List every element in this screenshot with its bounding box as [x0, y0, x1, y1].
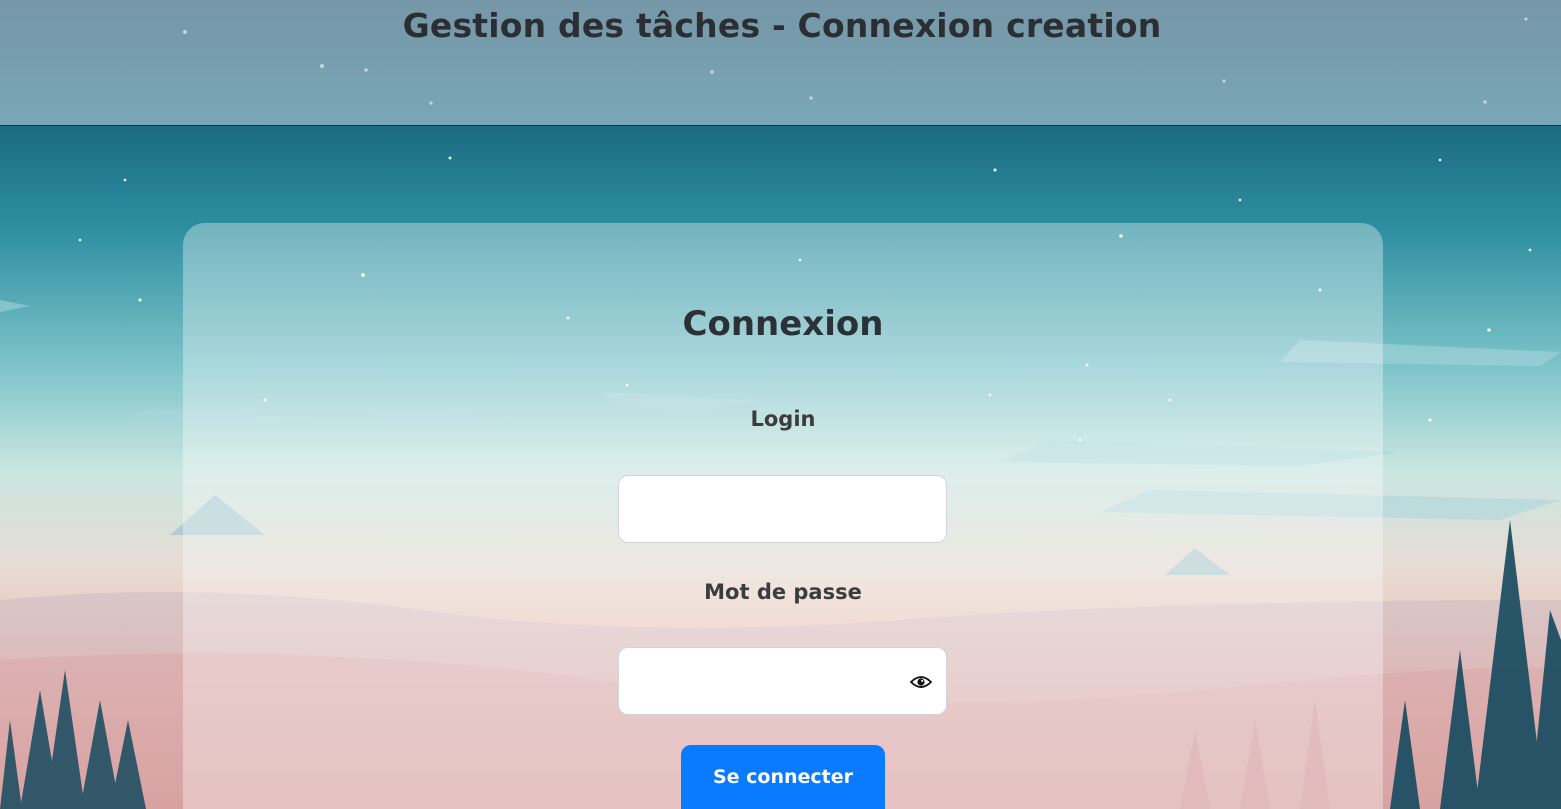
- login-label: Login: [750, 407, 816, 431]
- login-submit-button[interactable]: Se connecter: [681, 745, 885, 809]
- password-input[interactable]: [619, 648, 946, 714]
- password-label: Mot de passe: [704, 580, 862, 604]
- login-field-container: [618, 475, 947, 543]
- page-header: Gestion des tâches - Connexion creation: [0, 0, 1561, 126]
- login-input[interactable]: [619, 476, 946, 542]
- eye-icon[interactable]: [910, 674, 932, 690]
- page: Gestion des tâches - Connexion creation …: [0, 0, 1561, 809]
- page-title: Gestion des tâches - Connexion creation: [402, 6, 1162, 45]
- password-field-container: [618, 647, 947, 715]
- login-card-title: Connexion: [682, 304, 884, 344]
